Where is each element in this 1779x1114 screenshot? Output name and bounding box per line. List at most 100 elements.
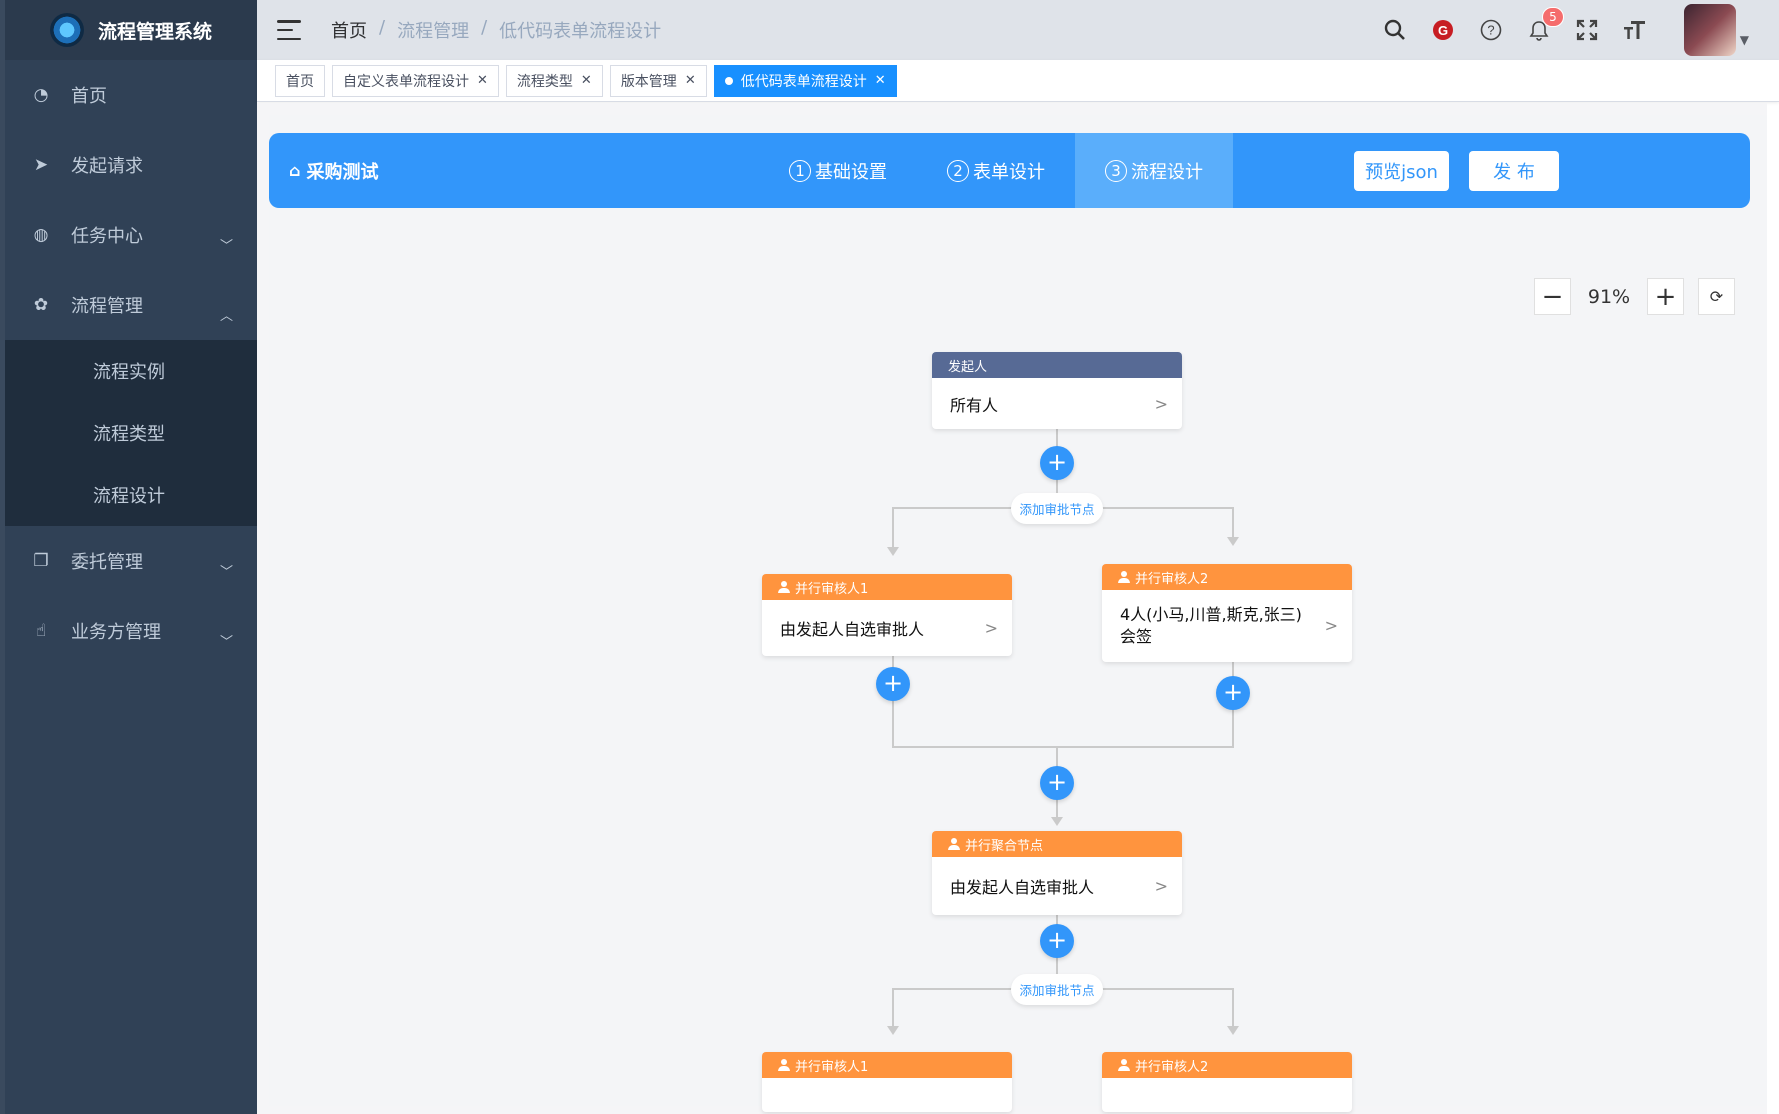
chevron-down-icon: ﹀ [219, 635, 233, 650]
sidebar-item-task-center[interactable]: ◍ 任务中心 ﹀ [5, 200, 257, 270]
breadcrumb-item[interactable]: 首页 [331, 17, 367, 43]
node-content: 由发起人自选审批人 [950, 878, 1095, 897]
font-size-icon[interactable] [1622, 17, 1648, 43]
chevron-right-icon: > [1154, 876, 1168, 896]
node-header: 发起人 [932, 352, 1182, 378]
reset-zoom-icon[interactable]: ⟳ [1698, 278, 1735, 315]
add-node-button[interactable]: + [1040, 446, 1074, 480]
app-logo[interactable]: 流程管理系统 [5, 0, 257, 60]
step-label: 表单设计 [973, 161, 1045, 183]
sidebar-item-label: 发起请求 [71, 156, 143, 177]
user-icon [948, 838, 960, 850]
zoom-in-button[interactable]: + [1647, 278, 1684, 315]
search-icon[interactable] [1382, 17, 1408, 43]
close-icon[interactable]: ✕ [477, 73, 488, 88]
approver-node[interactable]: 并行审核人2 [1102, 1052, 1352, 1112]
sidebar-item-process-instance[interactable]: 流程实例 [5, 340, 257, 402]
question-icon[interactable]: ? [1478, 17, 1504, 43]
active-dot-icon [724, 76, 733, 85]
breadcrumb-item: 低代码表单流程设计 [499, 21, 662, 42]
svg-text:G: G [1438, 23, 1448, 38]
node-title: 并行审核人2 [1135, 1059, 1209, 1075]
breadcrumb-item: 流程管理 [397, 21, 470, 42]
zoom-out-button[interactable]: − [1534, 278, 1571, 315]
user-icon [778, 581, 790, 593]
approver-node[interactable]: 并行审核人1 由发起人自选审批人 > [762, 574, 1012, 656]
gitee-icon[interactable]: G [1430, 17, 1456, 43]
node-content: 4人(小马,川普,斯克,张三)会签 [1120, 605, 1302, 646]
tag-label: 版本管理 [620, 73, 677, 90]
add-node-button[interactable]: + [1040, 924, 1074, 958]
logo-icon [49, 13, 84, 47]
node-header: 并行审核人2 [1102, 564, 1352, 590]
join-node[interactable]: 并行聚合节点 由发起人自选审批人 > [932, 831, 1182, 915]
add-node-button[interactable]: + [876, 667, 910, 701]
node-header: 并行审核人2 [1102, 1052, 1352, 1078]
tags-view: 首页 自定义表单流程设计 ✕ 流程类型 ✕ 版本管理 ✕ 低代码表单流程设计 ✕ [257, 60, 1779, 102]
node-title: 并行审核人1 [795, 581, 869, 597]
tag-version-management[interactable]: 版本管理 ✕ [609, 64, 707, 97]
zoom-control: − 91% + ⟳ [1534, 278, 1735, 315]
caret-down-icon[interactable]: ▼ [1740, 33, 1749, 47]
step-basic-settings[interactable]: 1 基础设置 [759, 133, 917, 208]
approver-node[interactable]: 并行审核人2 4人(小马,川普,斯克,张三)会签 > [1102, 564, 1352, 662]
sidebar-item-start-request[interactable]: ➤ 发起请求 [5, 130, 257, 200]
top-navbar: 首页 / 流程管理 / 低代码表单流程设计 G ? 5 ▼ [257, 0, 1779, 60]
chevron-down-icon: ﹀ [219, 239, 233, 254]
preview-json-button[interactable]: 预览json [1354, 151, 1449, 191]
step-form-design[interactable]: 2 表单设计 [917, 133, 1075, 208]
tag-label: 自定义表单流程设计 [343, 73, 469, 90]
step-number: 1 [789, 159, 811, 182]
publish-button[interactable]: 发 布 [1469, 151, 1559, 191]
sidebar-item-process-design[interactable]: 流程设计 [5, 464, 257, 526]
sidebar-item-label: 业务方管理 [71, 622, 161, 643]
step-process-design[interactable]: 3 流程设计 [1075, 133, 1233, 208]
add-branch-button[interactable]: 添加审批节点 [1011, 493, 1103, 524]
chevron-up-icon: ︿ [219, 309, 233, 324]
node-title: 并行聚合节点 [965, 838, 1044, 854]
copy-icon: ❐ [33, 551, 49, 571]
sidebar-item-home[interactable]: ◔ 首页 [5, 60, 257, 130]
hand-icon: ☝ [35, 621, 47, 641]
avatar[interactable] [1683, 4, 1736, 56]
breadcrumb: 首页 / 流程管理 / 低代码表单流程设计 [331, 17, 661, 43]
tag-home[interactable]: 首页 [275, 64, 325, 97]
close-icon[interactable]: ✕ [581, 73, 592, 88]
node-content: 所有人 [950, 395, 999, 415]
bell-icon[interactable]: 5 [1526, 7, 1564, 43]
node-body: 由发起人自选审批人 > [762, 600, 1012, 656]
process-title: ⌂ 采购测试 [289, 158, 378, 184]
start-node[interactable]: 发起人 所有人 > [932, 352, 1182, 429]
dashboard-icon: ◔ [33, 85, 49, 105]
tag-process-type[interactable]: 流程类型 ✕ [505, 64, 603, 97]
add-node-button[interactable]: + [1040, 766, 1074, 800]
approver-node[interactable]: 并行审核人1 [762, 1052, 1012, 1112]
user-icon [778, 1059, 790, 1071]
tag-lowcode-design[interactable]: 低代码表单流程设计 ✕ [713, 64, 897, 97]
sidebar-item-delegation[interactable]: ❐ 委托管理 ﹀ [5, 526, 257, 596]
chevron-right-icon: > [1324, 616, 1338, 635]
hamburger-icon[interactable] [277, 20, 301, 40]
close-icon[interactable]: ✕ [685, 73, 696, 88]
add-node-button[interactable]: + [1216, 676, 1250, 710]
sidebar-item-business[interactable]: ☝ 业务方管理 ﹀ [5, 596, 257, 666]
add-branch-button[interactable]: 添加审批节点 [1011, 974, 1103, 1005]
step-number: 3 [1105, 159, 1127, 182]
breadcrumb-separator: / [481, 17, 488, 38]
node-header: 并行审核人1 [762, 1052, 1012, 1078]
tag-custom-form-design[interactable]: 自定义表单流程设计 ✕ [332, 64, 499, 97]
user-icon [1118, 1059, 1130, 1071]
sidebar-item-process-management[interactable]: ✿ 流程管理 ︿ [5, 270, 257, 340]
step-label: 基础设置 [815, 161, 887, 183]
sidebar-item-process-type[interactable]: 流程类型 [5, 402, 257, 464]
close-icon[interactable]: ✕ [875, 73, 886, 88]
node-header: 并行审核人1 [762, 574, 1012, 600]
node-body: 4人(小马,川普,斯克,张三)会签 > [1102, 590, 1352, 662]
fullscreen-icon[interactable] [1574, 17, 1600, 43]
chevron-right-icon: > [984, 618, 998, 638]
tag-label: 低代码表单流程设计 [740, 73, 867, 90]
sidebar-item-label: 委托管理 [71, 552, 143, 573]
tag-label: 流程类型 [516, 73, 573, 90]
sidebar-item-label: 任务中心 [71, 226, 143, 247]
node-content: 由发起人自选审批人 [780, 620, 925, 639]
